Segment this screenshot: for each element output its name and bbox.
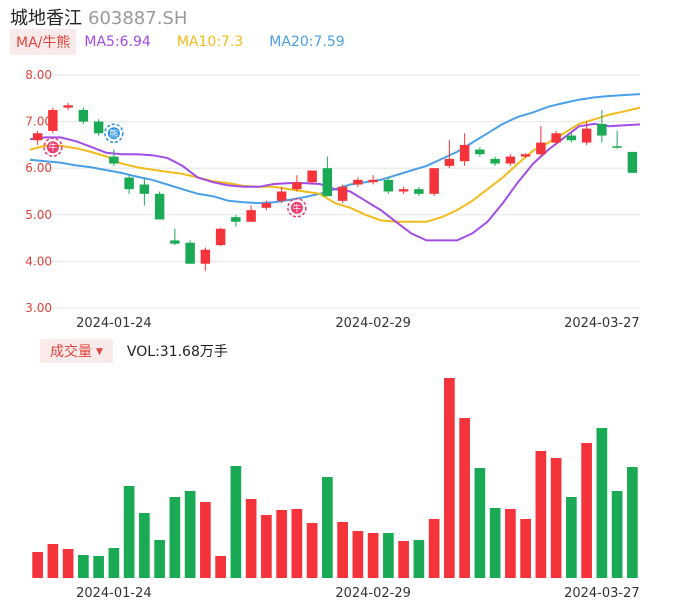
candle-body (551, 133, 561, 143)
candle-body (475, 149, 485, 155)
volume-bar (230, 466, 242, 578)
candle-body (200, 249, 211, 264)
volume-bar (306, 523, 318, 578)
volume-bar (459, 418, 470, 578)
volume-bar (62, 549, 74, 578)
candle-body (429, 168, 439, 194)
volume-bar (200, 502, 211, 578)
candle-body (444, 158, 455, 166)
x-tick-label: 2024-01-24 (76, 586, 152, 601)
candle-body (154, 193, 165, 220)
x-tick-label: 2024-03-27 (564, 586, 640, 601)
candle-body (276, 191, 287, 201)
candle-body (170, 240, 180, 244)
candle-body (139, 184, 150, 194)
volume-bar (550, 458, 562, 578)
x-tick-label: 2024-02-29 (335, 316, 411, 331)
candle-body (261, 203, 272, 208)
x-tick-label: 2024-02-29 (335, 586, 411, 601)
candle-body (414, 189, 424, 194)
candle-body (246, 210, 256, 222)
candle-body (32, 133, 43, 141)
bull-marker-label: 牛 (48, 142, 57, 154)
candle-body (337, 186, 348, 201)
y-tick-label: 6.00 (25, 161, 52, 175)
ma5-line (29, 122, 641, 242)
volume-bar (367, 533, 379, 578)
volume-bar (276, 510, 287, 578)
ma10-line (29, 106, 641, 223)
candle-body (536, 142, 546, 155)
candle-body (292, 182, 302, 190)
candle-body (398, 189, 409, 192)
volume-bar (627, 467, 638, 578)
volume-bar (535, 451, 547, 578)
y-tick-label: 8.00 (25, 68, 52, 82)
candle-body (322, 168, 333, 197)
volume-bar (184, 491, 196, 578)
volume-bar (596, 428, 608, 578)
candle-body (627, 151, 638, 173)
volume-bar (108, 548, 120, 578)
volume-bar (261, 515, 272, 578)
volume-bar (337, 522, 348, 578)
volume-bar (474, 468, 486, 578)
candle-body (231, 217, 241, 222)
candle-body (597, 123, 607, 136)
volume-bar (581, 443, 592, 578)
volume-bar (169, 497, 181, 578)
volume-bar (428, 519, 440, 578)
candle-body (490, 158, 500, 164)
candle-body (459, 144, 470, 162)
volume-bar (139, 513, 150, 578)
volume-bar (413, 540, 425, 578)
volume-bar (78, 555, 89, 578)
stock-chart: 8.00 7.00 6.00 5.00 4.00 3.00 牛 熊牛 2024-01-24 202… (25, 68, 641, 601)
candle-body (93, 121, 104, 134)
volume-bar (154, 540, 165, 578)
y-tick-label: 4.00 (25, 254, 52, 268)
candle-body (353, 179, 363, 185)
volume-bar (489, 508, 501, 578)
candle-body (612, 146, 622, 148)
y-tick-label: 7.00 (25, 115, 52, 129)
candle-body (581, 128, 592, 143)
candle-body (520, 154, 531, 157)
volume-bar (383, 533, 394, 578)
candle-body (307, 170, 317, 183)
volume-bar (444, 378, 455, 578)
candle-body (566, 135, 577, 141)
candle-body (368, 179, 378, 183)
volume-bar (322, 477, 333, 578)
y-tick-label: 3.00 (25, 301, 52, 315)
volume-bar (566, 497, 577, 578)
candle-body (124, 177, 134, 190)
volume-bar (520, 519, 531, 578)
volume-bar (123, 486, 135, 578)
candle-body (383, 179, 394, 192)
candle-body (109, 156, 119, 164)
candle-body (185, 242, 195, 264)
volume-bar (93, 556, 104, 578)
bull-marker-label: 牛 (292, 202, 301, 214)
volume-bar (352, 531, 364, 578)
candle-body (215, 228, 226, 246)
candle-body (48, 109, 58, 131)
volume-bar (245, 499, 257, 578)
volume-bar (47, 544, 59, 578)
candle-body (78, 109, 89, 122)
candle-body (63, 105, 73, 108)
x-tick-label: 2024-01-24 (76, 316, 152, 331)
volume-bar (215, 556, 226, 578)
y-tick-label: 5.00 (25, 208, 52, 222)
candle-body (505, 156, 516, 164)
volume-bar (505, 509, 516, 578)
volume-bar (32, 552, 43, 578)
volume-bar (611, 491, 623, 578)
x-tick-label: 2024-03-27 (564, 316, 640, 331)
volume-bar (398, 541, 409, 578)
bear-marker-label: 熊 (109, 128, 118, 140)
volume-bar (291, 509, 303, 578)
